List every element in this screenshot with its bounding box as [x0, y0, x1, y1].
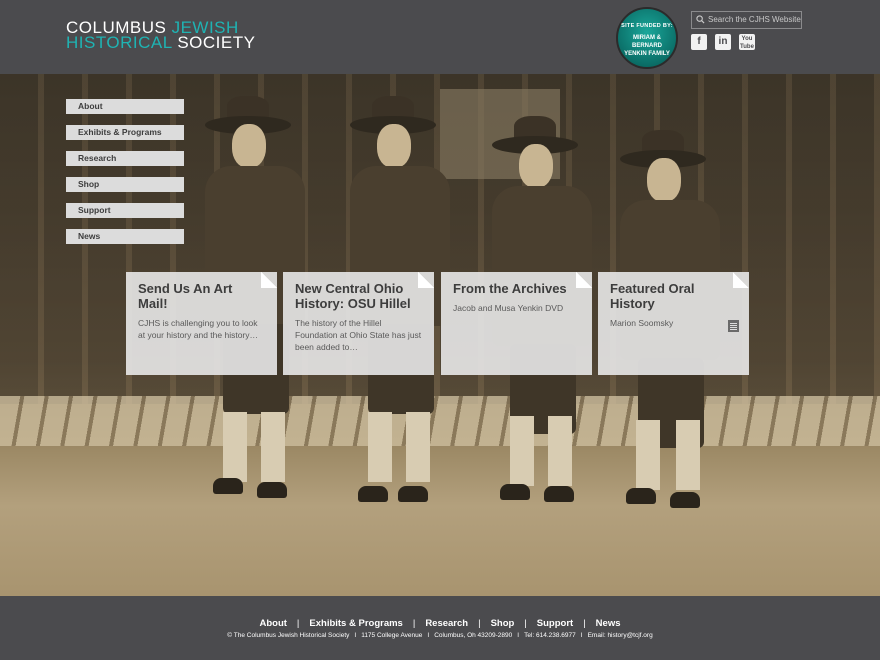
- facebook-icon[interactable]: f: [691, 34, 707, 50]
- card-title: From the Archives: [453, 281, 567, 296]
- footer-nav-separator: |: [296, 618, 300, 629]
- nav-item-about[interactable]: About: [66, 99, 184, 114]
- boardwalk: [0, 396, 880, 448]
- card-text: CJHS is challenging you to look at your …: [138, 318, 259, 340]
- footer-nav: About | Exhibits & Programs | Research | Shop |…: [0, 618, 880, 629]
- site-logo[interactable]: COLUMBUS JEWISH HISTORICAL SOCIETY: [66, 19, 256, 52]
- card-title: New Central Ohio History: OSU Hillel: [295, 281, 411, 311]
- badge-line-3: YENKIN FAMILY: [624, 51, 670, 57]
- nav-item-news[interactable]: News: [66, 229, 184, 244]
- page-fold-icon: [576, 272, 592, 288]
- footer-address: 1175 College Avenue: [361, 632, 423, 639]
- nav-item-research[interactable]: Research: [66, 151, 184, 166]
- badge-line-2: MIRIAM & BERNARD: [632, 35, 662, 49]
- feature-card-oral-history[interactable]: Featured Oral History Marion Soomsky: [598, 272, 749, 375]
- page-fold-icon: [261, 272, 277, 288]
- footer-info-separator: I: [354, 632, 357, 639]
- footer-copyright: © The Columbus Jewish Historical Society: [227, 632, 350, 639]
- search-placeholder: Search the CJHS Website: [708, 15, 801, 24]
- logo-text-society: SOCIETY: [177, 33, 256, 52]
- funding-badge: SITE FUNDED BY: MIRIAM & BERNARD YENKIN …: [616, 7, 678, 69]
- footer-link-news[interactable]: News: [596, 618, 621, 629]
- feature-card-art-mail[interactable]: Send Us An Art Mail! CJHS is challenging…: [126, 272, 277, 375]
- card-title: Featured Oral History: [610, 281, 695, 311]
- logo-text-historical: HISTORICAL: [66, 33, 178, 52]
- footer-nav-separator: |: [583, 618, 586, 629]
- footer-city: Columbus, Oh 43209-2890: [434, 632, 513, 639]
- nav-item-exhibits-programs[interactable]: Exhibits & Programs: [66, 125, 184, 140]
- linkedin-icon[interactable]: in: [715, 34, 731, 50]
- card-text: Jacob and Musa Yenkin DVD: [453, 303, 564, 313]
- footer-link-shop[interactable]: Shop: [491, 618, 515, 629]
- footer-nav-separator: |: [412, 618, 416, 629]
- footer-link-support[interactable]: Support: [537, 618, 573, 629]
- page-fold-icon: [418, 272, 434, 288]
- footer-info-separator: I: [580, 632, 583, 639]
- footer-nav-separator: |: [478, 618, 481, 629]
- ground: [0, 446, 880, 596]
- social-links: f in You Tube: [691, 34, 755, 50]
- footer-contact-info: © The Columbus Jewish Historical Society…: [0, 632, 880, 639]
- site-footer: About | Exhibits & Programs | Research | Shop |…: [0, 596, 880, 660]
- search-icon: [696, 15, 705, 24]
- nav-item-shop[interactable]: Shop: [66, 177, 184, 192]
- footer-nav-separator: |: [524, 618, 527, 629]
- site-header: COLUMBUS JEWISH HISTORICAL SOCIETY SITE …: [0, 0, 880, 74]
- feature-card-archives[interactable]: From the Archives Jacob and Musa Yenkin …: [441, 272, 592, 375]
- side-nav: About Exhibits & Programs Research Shop …: [66, 99, 184, 255]
- card-title: Send Us An Art Mail!: [138, 281, 233, 311]
- badge-line-1: SITE FUNDED BY:: [621, 23, 673, 29]
- card-text: Marion Soomsky: [610, 318, 674, 328]
- footer-link-research[interactable]: Research: [425, 618, 468, 629]
- youtube-icon[interactable]: You Tube: [739, 34, 755, 50]
- footer-phone: Tel: 614.238.6977: [524, 632, 576, 639]
- document-icon: [728, 320, 739, 332]
- footer-link-about[interactable]: About: [259, 618, 286, 629]
- search-input[interactable]: Search the CJHS Website: [691, 11, 802, 29]
- card-text: The history of the Hillel Foundation at …: [295, 318, 422, 352]
- footer-info-separator: I: [427, 632, 430, 639]
- page-fold-icon: [733, 272, 749, 288]
- footer-link-exhibits-programs[interactable]: Exhibits & Programs: [309, 618, 402, 629]
- nav-item-support[interactable]: Support: [66, 203, 184, 218]
- footer-email[interactable]: Email: history@tcjf.org: [588, 632, 653, 639]
- feature-card-osu-hillel[interactable]: New Central Ohio History: OSU Hillel The…: [283, 272, 434, 375]
- footer-info-separator: I: [517, 632, 520, 639]
